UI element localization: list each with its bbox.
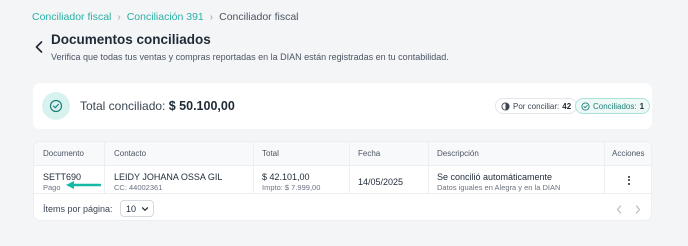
chip-pending-label: Por conciliar: (513, 101, 560, 111)
chip-done-label: Conciliados: (593, 101, 637, 111)
back-button[interactable] (33, 40, 45, 54)
chevron-left-icon (35, 41, 43, 53)
col-contacto: Contacto (114, 149, 147, 158)
prev-page-button[interactable] (614, 203, 624, 215)
page-size-label: Ítems por página: (43, 204, 113, 214)
page-subtitle: Verifica que todas tus ventas y compras … (51, 52, 449, 62)
chevron-down-icon (141, 207, 149, 211)
row-impuesto: Impto: $ 7.999,00 (262, 183, 321, 192)
col-total: Total (262, 149, 279, 158)
summary-card: Total conciliado: $ 50.100,00 Por concil… (33, 83, 652, 129)
table-header: Documento Contacto Total Fecha Descripci… (34, 142, 651, 166)
row-descripcion: Se concilió automáticamente (437, 172, 553, 182)
chip-por-conciliar[interactable]: Por conciliar: 42 (495, 98, 578, 114)
annotation-arrow-icon (66, 181, 101, 189)
chip-conciliados[interactable]: Conciliados: 1 (575, 98, 651, 114)
breadcrumb-separator: › (117, 11, 121, 23)
total-label: Total conciliado: (80, 99, 166, 113)
chevron-right-icon (635, 204, 641, 214)
row-fecha: 14/05/2025 (358, 177, 404, 187)
chip-done-count: 1 (639, 101, 645, 111)
breadcrumb-link-conciliacion[interactable]: Conciliación 391 (127, 11, 204, 23)
breadcrumb-link-conciliador[interactable]: Conciliador fiscal (32, 11, 111, 23)
breadcrumb: Conciliador fiscal › Conciliación 391 › … (32, 11, 299, 23)
row-descripcion-detalle: Datos iguales en Alegra y en la DIAN (437, 183, 561, 192)
total-amount: $ 50.100,00 (168, 99, 235, 113)
next-page-button[interactable] (633, 203, 643, 215)
breadcrumb-current: Conciliador fiscal (219, 11, 299, 23)
row-actions-kebab-icon[interactable] (624, 173, 634, 187)
documents-table: Documento Contacto Total Fecha Descripci… (33, 141, 652, 221)
chevron-left-icon (616, 204, 622, 214)
page-size-value: 10 (126, 203, 137, 214)
row-contacto-id: CC: 44002361 (114, 183, 163, 192)
col-documento: Documento (43, 149, 84, 158)
check-circle-small-icon (581, 101, 590, 111)
page-title: Documentos conciliados (51, 32, 211, 47)
page-size-select[interactable]: 10 (120, 200, 154, 217)
chip-pending-count: 42 (562, 101, 572, 111)
check-circle-icon (42, 92, 70, 120)
breadcrumb-separator: › (209, 11, 214, 23)
row-total: $ 42.101,00 (262, 172, 310, 182)
col-acciones: Acciones (612, 149, 645, 158)
table-row[interactable]: SETT690 Pago LEIDY JOHANA OSSA GIL CC: 4… (34, 166, 651, 194)
half-circle-icon (501, 101, 510, 111)
row-documento-tipo: Pago (43, 183, 61, 192)
total-conciliado: Total conciliado: $ 50.100,00 (80, 99, 235, 113)
col-fecha: Fecha (358, 149, 381, 158)
row-contacto: LEIDY JOHANA OSSA GIL (114, 172, 223, 182)
col-descripcion: Descripción (437, 149, 479, 158)
